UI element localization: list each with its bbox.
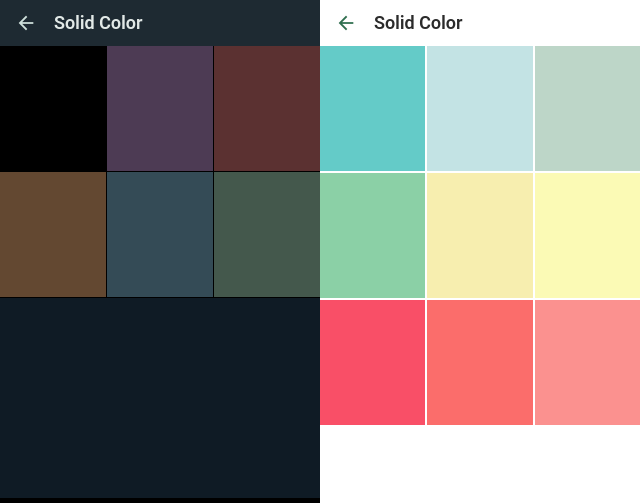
color-grid-dark [0, 46, 320, 503]
toolbar-light: Solid Color [320, 0, 640, 46]
swatch-mint[interactable] [320, 173, 425, 298]
swatch-coral[interactable] [427, 300, 532, 425]
swatch-watermelon[interactable] [320, 300, 425, 425]
split-view: Solid Color Solid Color [0, 0, 640, 503]
color-grid-light [320, 46, 640, 503]
swatch-plum[interactable] [107, 46, 213, 171]
swatch-midnight[interactable] [0, 298, 320, 498]
swatch-salmon[interactable] [535, 300, 640, 425]
swatch-black[interactable] [0, 46, 106, 171]
swatch-powder-blue[interactable] [427, 46, 532, 171]
pane-dark: Solid Color [0, 0, 320, 503]
swatch-sage[interactable] [535, 46, 640, 171]
swatch-lemon[interactable] [535, 173, 640, 298]
swatch-butter[interactable] [427, 173, 532, 298]
pane-light: Solid Color [320, 0, 640, 503]
swatch-turquoise[interactable] [320, 46, 425, 171]
swatch-slate[interactable] [107, 172, 213, 297]
toolbar-dark: Solid Color [0, 0, 320, 46]
page-title: Solid Color [54, 13, 142, 34]
swatch-brown[interactable] [0, 172, 106, 297]
back-arrow-icon [335, 12, 357, 34]
swatch-maroon[interactable] [214, 46, 320, 171]
page-title: Solid Color [374, 13, 462, 34]
back-arrow-icon [15, 12, 37, 34]
back-button[interactable] [6, 3, 46, 43]
swatch-olive-gray[interactable] [214, 172, 320, 297]
back-button[interactable] [326, 3, 366, 43]
